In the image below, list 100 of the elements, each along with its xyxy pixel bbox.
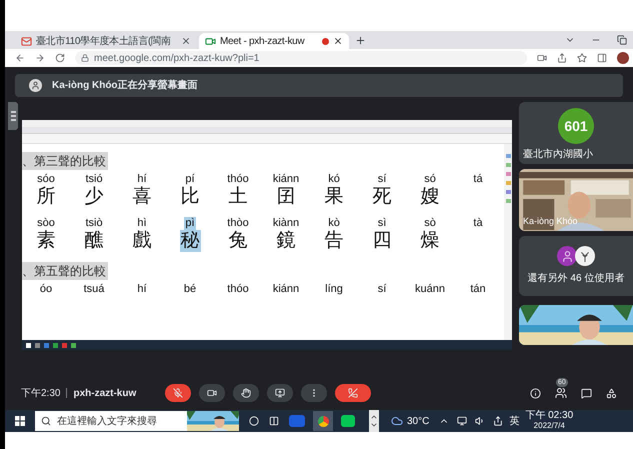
camera-icon[interactable] [537,53,547,63]
section-heading: 、第三聲的比較 [22,152,108,170]
search-field[interactable]: 在這裡輸入文字來搜尋 [35,411,239,431]
hanzi: 果 [324,186,344,208]
romanization: thóo [226,283,250,296]
restore-icon[interactable] [617,35,627,45]
people-icon[interactable] [555,387,567,399]
participant-name: Ka-iòng Khóo [523,214,578,228]
romanization: kó [327,173,341,186]
profile-avatar[interactable] [617,52,629,64]
hanzi: 戲 [132,230,152,252]
romanization: kò [327,217,341,230]
hanzi: 素 [36,230,56,252]
side-panel-icon[interactable] [597,53,607,63]
hanzi: 死 [372,186,392,208]
romanization: só [423,173,437,186]
romanization: tá [472,173,484,186]
romanization: tsió [84,173,104,186]
clock-time: 下午 02:30 [525,411,574,421]
romanization: kiánn [272,173,300,186]
browser-app-icon[interactable] [313,411,333,431]
task-view-icon[interactable] [269,416,279,426]
network-icon[interactable] [457,416,468,426]
tree-avatar-icon [575,246,595,266]
app-icon[interactable] [289,415,305,427]
hanzi: 比 [180,186,200,208]
romanization: thòo [226,217,250,230]
address-field[interactable]: meet.google.com/pxh-zazt-kuw?pli=1 [75,51,527,65]
hanzi: 土 [228,186,248,208]
romanization: hì [136,217,148,230]
hanzi: 兔 [228,230,248,252]
close-icon[interactable] [333,36,343,46]
meeting-time: 下午2:30 [21,386,60,400]
romanization: kiànn [272,217,300,230]
romanization: thóo [226,173,250,186]
hanzi: 秘 [180,230,200,252]
hanzi: 囝 [276,186,296,208]
lock-icon [81,54,89,62]
tab-title: Meet - pxh-zazt-kuw [220,34,306,48]
hanzi: 醮 [84,230,104,252]
info-icon[interactable] [530,388,541,398]
romanization: kiánn [272,283,300,296]
camera-icon [205,36,216,46]
hanzi: 少 [84,186,104,208]
meeting-code: pxh-zazt-kuw [73,386,138,400]
search-icon [41,416,51,426]
browser-tab[interactable]: 臺北市110學年度本土語言(閩南 [15,33,197,49]
raise-hand-button[interactable] [233,384,260,402]
back-icon[interactable] [15,53,25,63]
school-logo: 601 [558,108,594,144]
camera-icon [207,388,218,398]
mic-off-icon [173,388,184,398]
romanization: sí [376,283,388,296]
hanzi: 所 [36,186,56,208]
phone-icon [348,388,358,398]
browser-tab[interactable]: Meet - pxh-zazt-kuw [199,33,349,49]
avatar-icon [29,79,42,92]
close-icon[interactable] [181,36,191,46]
present-screen-icon [275,388,286,398]
section-heading: 、第五聲的比較 [22,262,108,280]
romanization: tsiò [84,217,104,230]
temperature: 30°C [407,414,430,428]
cortana-icon[interactable] [249,416,259,426]
hanzi: 四 [372,230,392,252]
banner-text: Ka-iòng Khóo正在分享螢幕畫面 [52,78,198,93]
romanization: tà [472,217,484,230]
hanzi: 喜 [132,186,152,208]
others-count: 還有另外 46 位使用者 [528,272,624,286]
romanization: sóo [36,173,56,186]
reload-icon[interactable] [55,53,65,63]
clock-date: 2022/7/4 [534,421,565,431]
volume-icon[interactable] [475,416,486,426]
bookmark-icon[interactable] [577,53,587,63]
hanzi: 鏡 [276,230,296,252]
activities-icon[interactable] [606,388,617,398]
tab-title: 臺北市110學年度本土語言(閩南 [36,34,172,48]
hanzi: 告 [324,230,344,252]
participant-name: 臺北市內湖國小 [523,148,593,162]
share-icon[interactable] [557,53,567,63]
camera-button[interactable] [199,384,226,402]
microphone-button[interactable] [165,384,192,402]
hanzi: 燥 [420,230,440,252]
tray-icon[interactable] [493,416,504,426]
chat-icon[interactable] [581,388,592,398]
hanzi: 嫂 [420,186,440,208]
input-method[interactable]: 英 [509,414,520,428]
chat-app-icon[interactable] [341,415,355,427]
forward-icon[interactable] [35,53,45,63]
leave-call-button[interactable] [335,384,372,402]
romanization: óo [38,283,54,296]
new-tab-icon[interactable] [355,35,366,46]
panel-handle[interactable] [8,102,18,130]
hand-icon [241,388,252,398]
avatar-icon [557,246,577,266]
weather-icon [391,415,403,427]
romanization: kuánn [414,283,446,296]
romanization: pì [184,217,196,230]
romanization: bé [182,283,198,296]
present-button[interactable] [267,384,294,402]
windows-start-icon[interactable] [15,416,25,426]
